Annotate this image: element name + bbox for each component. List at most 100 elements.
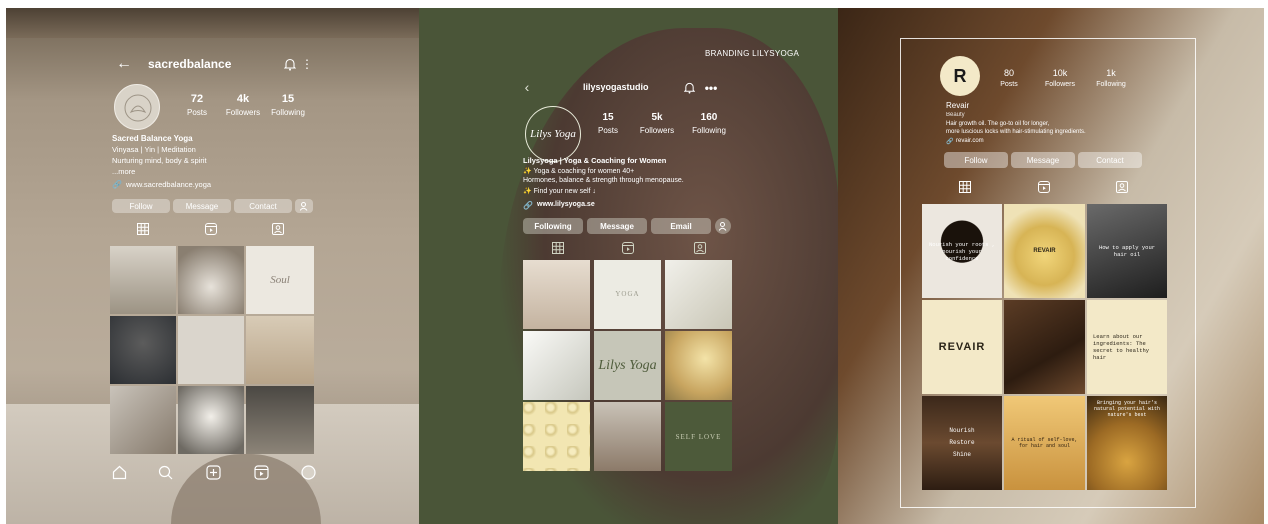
link-icon: 🔗 xyxy=(946,138,954,145)
following-count[interactable]: 160 xyxy=(693,112,725,123)
post-tile-3[interactable] xyxy=(665,260,732,329)
lotus-logo-icon xyxy=(124,94,152,122)
profile-username: sacredbalance xyxy=(148,57,232,71)
suggested-users-button[interactable] xyxy=(715,218,731,234)
post-tile-4[interactable] xyxy=(110,316,176,384)
post-tile-6[interactable]: Learn about our ingredients: The secret … xyxy=(1087,300,1167,394)
reels-tab-icon[interactable] xyxy=(204,222,218,236)
post-tile-6[interactable] xyxy=(665,331,732,400)
more-horizontal-icon[interactable]: ••• xyxy=(703,80,719,96)
link-icon: 🔗 xyxy=(523,200,533,210)
followers-label[interactable]: Followers xyxy=(220,108,266,117)
grid-tab-icon[interactable] xyxy=(551,241,565,255)
message-button[interactable]: Message xyxy=(1011,152,1075,168)
home-icon[interactable] xyxy=(110,463,128,481)
followers-count[interactable]: 10k xyxy=(1044,68,1076,78)
tile-shine-word: Shine xyxy=(952,451,971,458)
followers-count[interactable]: 5k xyxy=(643,112,671,123)
tile-bottle-label: REVAIR xyxy=(1033,248,1056,254)
followers-label[interactable]: Followers xyxy=(635,126,679,135)
post-tile-3[interactable]: Soul xyxy=(246,246,314,314)
bio-line-2: Nurturing mind, body & spirit xyxy=(112,156,207,165)
reels-nav-icon[interactable] xyxy=(252,463,270,481)
post-tile-7[interactable] xyxy=(110,386,176,454)
post-tile-8[interactable] xyxy=(178,386,244,454)
search-icon[interactable] xyxy=(156,463,174,481)
back-chevron-icon[interactable]: ‹ xyxy=(521,79,533,95)
tile-brand-logo: REVAIR xyxy=(938,341,986,353)
post-tile-7[interactable] xyxy=(523,402,590,471)
following-label[interactable]: Following xyxy=(264,108,312,117)
website-link[interactable]: revair.com xyxy=(956,138,984,144)
post-tile-4[interactable] xyxy=(523,331,590,400)
reels-tab-icon[interactable] xyxy=(621,241,635,255)
bio-more-link[interactable]: ...more xyxy=(112,167,135,176)
tile-ingredients-text: Learn about our ingredients: The secret … xyxy=(1093,333,1150,361)
post-tile-8[interactable] xyxy=(594,402,661,471)
post-tile-9[interactable]: SELF LOVE xyxy=(665,402,732,471)
reels-tab-icon[interactable] xyxy=(1037,180,1051,194)
follow-button[interactable]: Follow xyxy=(112,199,170,213)
profile-username: lilysyogastudio xyxy=(583,82,649,92)
profile-name: Sacred Balance Yoga xyxy=(112,134,193,143)
post-tile-9[interactable] xyxy=(246,386,314,454)
profile-avatar[interactable]: R xyxy=(940,56,980,96)
post-tile-5[interactable]: Lilys Yoga xyxy=(594,331,661,400)
contact-button[interactable]: Contact xyxy=(234,199,292,213)
post-tile-3[interactable]: How to apply your hair oil xyxy=(1087,204,1167,298)
post-tile-8[interactable]: A ritual of self-love, for hair and soul xyxy=(1004,396,1085,490)
tagged-tab-icon[interactable] xyxy=(271,222,285,236)
profile-avatar[interactable]: Lilys Yoga xyxy=(525,106,581,162)
contact-button[interactable]: Contact xyxy=(1078,152,1142,168)
website-link[interactable]: www.lilysyoga.se xyxy=(537,201,595,208)
avatar-letter: R xyxy=(953,65,967,86)
profile-avatar[interactable] xyxy=(114,84,160,130)
tagged-tab-icon[interactable] xyxy=(693,241,707,255)
branding-header: BRANDING LILYSYOGA xyxy=(705,49,800,58)
post-tile-1[interactable] xyxy=(110,246,176,314)
post-tile-5[interactable] xyxy=(178,316,244,384)
bio-line-1: ✨ Yoga & coaching for women 40+ xyxy=(523,168,635,175)
back-arrow-icon[interactable]: ← xyxy=(114,55,134,72)
posts-label: Posts xyxy=(597,126,618,135)
post-tile-6[interactable] xyxy=(246,316,314,384)
message-button[interactable]: Message xyxy=(587,218,647,234)
profile-nav-icon[interactable] xyxy=(299,463,317,481)
grid-tab-icon[interactable] xyxy=(136,222,150,236)
create-post-icon[interactable] xyxy=(204,463,222,481)
link-icon: 🔗 xyxy=(112,179,122,189)
following-count[interactable]: 1k xyxy=(1098,68,1124,78)
post-tile-2[interactable]: REVAIR xyxy=(1004,204,1085,298)
following-label[interactable]: Following xyxy=(685,126,733,135)
bio-line-1: Vinyasa | Yin | Meditation xyxy=(112,145,196,154)
email-button[interactable]: Email xyxy=(651,218,711,234)
bell-icon[interactable] xyxy=(283,56,297,72)
profile-name: Lilysyoga | Yoga & Coaching for Women xyxy=(523,156,667,165)
followers-count[interactable]: 4k xyxy=(228,93,258,105)
post-tile-2[interactable]: YOGA xyxy=(594,260,661,329)
post-tile-4[interactable]: REVAIR xyxy=(922,300,1002,394)
following-label[interactable]: Following xyxy=(1088,81,1134,88)
post-tile-2[interactable] xyxy=(178,246,244,314)
add-person-icon xyxy=(718,221,726,231)
following-count[interactable]: 15 xyxy=(274,93,302,105)
more-vertical-icon[interactable]: ⋮ xyxy=(301,56,313,72)
post-tile-5[interactable] xyxy=(1004,300,1085,394)
post-tile-1[interactable] xyxy=(523,260,590,329)
post-tile-1[interactable]: Nourish your roots , nourish your confid… xyxy=(922,204,1002,298)
tile-self-love-text: SELF LOVE xyxy=(675,432,722,441)
message-button[interactable]: Message xyxy=(173,199,231,213)
lilysyoga-mockup: BRANDING LILYSYOGA ‹ lilysyogastudio •••… xyxy=(419,8,838,524)
post-tile-9[interactable]: Bringing your hair's natural potential w… xyxy=(1087,396,1167,490)
post-tile-7[interactable]: Nourish Restore Shine xyxy=(922,396,1002,490)
website-link[interactable]: www.sacredbalance.yoga xyxy=(126,180,211,189)
tagged-tab-icon[interactable] xyxy=(1115,180,1129,194)
follow-button[interactable]: Follow xyxy=(944,152,1008,168)
bio-line-1: Hair growth oil. The go-to oil for longe… xyxy=(946,121,1050,127)
following-button[interactable]: Following xyxy=(523,218,583,234)
grid-tab-icon[interactable] xyxy=(958,180,972,194)
bell-icon[interactable] xyxy=(682,80,696,96)
posts-count: 72 xyxy=(190,93,204,105)
followers-label[interactable]: Followers xyxy=(1036,81,1084,88)
suggested-users-button[interactable] xyxy=(295,199,313,213)
